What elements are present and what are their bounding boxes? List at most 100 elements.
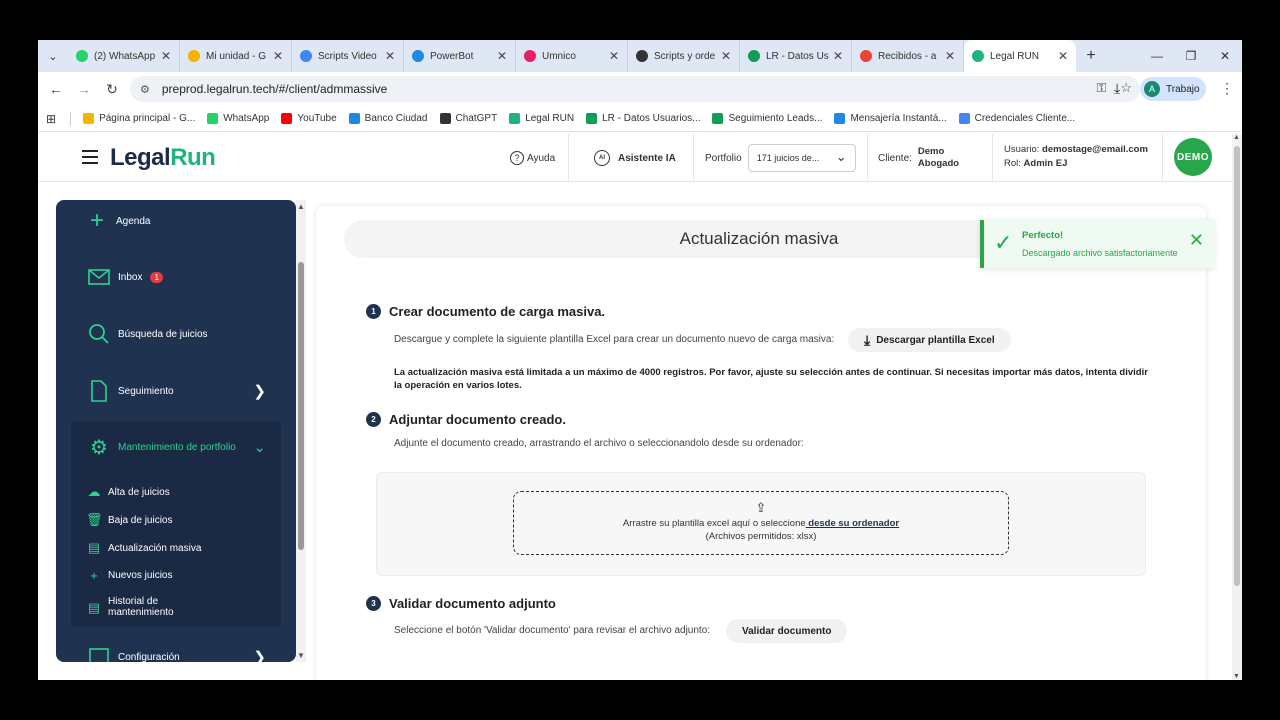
- allowed-files-text: (Archivos permitidos: xlsx): [705, 531, 817, 542]
- trash-icon: 🗑: [86, 512, 103, 527]
- help-button[interactable]: ? Ayuda: [510, 134, 555, 182]
- sidebar-item-search[interactable]: Búsqueda de juicios: [56, 323, 296, 345]
- step-3-heading: 3 Validar documento adjunto: [366, 596, 556, 611]
- gmail-icon: [860, 50, 872, 62]
- portfolio-select[interactable]: 171 juicios de... ⌄: [747, 144, 856, 172]
- tab-title: Scripts y orde: [654, 50, 716, 62]
- user-avatar-badge[interactable]: DEMO: [1174, 138, 1212, 176]
- browser-tab[interactable]: LR - Datos Us ✕: [740, 40, 852, 72]
- bookmark-favicon-icon: [834, 113, 846, 124]
- browser-tab[interactable]: Legal RUN ✕: [964, 40, 1076, 72]
- bookmark-item[interactable]: Banco Ciudad: [348, 113, 428, 124]
- bookmark-star-icon[interactable]: ☆: [1120, 80, 1132, 96]
- submenu-item-historial[interactable]: ▤ Historial de mantenimiento: [86, 596, 174, 618]
- dropzone-container: ⇪ Arrastre su plantilla excel aquí o sel…: [376, 472, 1146, 576]
- browse-computer-link[interactable]: desde su ordenador: [806, 518, 899, 529]
- profile-label: Trabajo: [1166, 83, 1200, 95]
- download-template-button[interactable]: ⤓ Descargar plantilla Excel: [848, 328, 1011, 352]
- ai-assistant-button[interactable]: AI Asistente IA: [594, 134, 676, 182]
- site-info-icon[interactable]: ⚙: [140, 83, 150, 96]
- sidebar-item-config[interactable]: Configuración ❯: [56, 646, 296, 662]
- password-key-icon[interactable]: ⚿: [1096, 80, 1106, 96]
- limit-warning: La actualización masiva está limitada a …: [394, 367, 1148, 391]
- new-tab-button[interactable]: +: [1076, 47, 1106, 65]
- hamburger-menu-icon[interactable]: [82, 150, 98, 168]
- browser-tab[interactable]: Recibidos - a ✕: [852, 40, 964, 72]
- chevron-right-icon: ❯: [253, 383, 266, 400]
- submenu-item-nuevos[interactable]: + Nuevos juicios: [86, 568, 172, 583]
- bookmark-item[interactable]: Legal RUN: [509, 113, 574, 124]
- step-2-description: Adjunte el documento creado, arrastrando…: [394, 438, 804, 449]
- close-tab-icon[interactable]: ✕: [273, 49, 283, 63]
- window-controls: — ❐ ✕: [1140, 40, 1242, 72]
- submenu-item-actualizacion[interactable]: ▤ Actualización masiva: [86, 540, 202, 556]
- close-tab-icon[interactable]: ✕: [497, 49, 507, 63]
- portfolio-selector: Portfolio 171 juicios de... ⌄: [705, 134, 856, 182]
- bookmark-favicon-icon: [348, 113, 360, 124]
- forward-button[interactable]: →: [70, 81, 98, 97]
- close-tab-icon[interactable]: ✕: [721, 49, 731, 63]
- url-text: preprod.legalrun.tech/#/client/admmassiv…: [161, 82, 388, 96]
- bookmark-item[interactable]: Página principal - G...: [83, 113, 195, 124]
- close-icon[interactable]: ✕: [1189, 230, 1204, 251]
- table-icon: ▤: [87, 599, 101, 615]
- sidebar-item-maintenance[interactable]: ⚙ Mantenimiento de portfolio ⌄: [56, 436, 296, 459]
- restore-button[interactable]: ❐: [1174, 40, 1208, 72]
- close-tab-icon[interactable]: ✕: [1058, 49, 1068, 63]
- tab-search-dropdown[interactable]: ⌄: [38, 40, 68, 72]
- sidebar-item-agenda[interactable]: + Agenda: [56, 207, 296, 234]
- table-icon: ▤: [87, 540, 101, 555]
- openai-icon: [636, 50, 648, 62]
- browser-tab[interactable]: (2) WhatsApp ✕: [68, 40, 180, 72]
- browser-tab[interactable]: PowerBot ✕: [404, 40, 516, 72]
- tab-title: Recibidos - a: [878, 50, 937, 62]
- sidebar: + Agenda Inbox 1 Búsqueda de juicios Seg…: [56, 200, 296, 662]
- close-tab-icon[interactable]: ✕: [385, 49, 395, 63]
- sidebar-scrollbar[interactable]: ▲ ▼: [296, 200, 306, 662]
- browser-tab[interactable]: Scripts Video ✕: [292, 40, 404, 72]
- bookmark-item[interactable]: Seguimiento Leads...: [712, 113, 822, 124]
- tab-title: Legal RUN: [990, 50, 1039, 62]
- bookmark-item[interactable]: Mensajería Instantá...: [834, 113, 947, 124]
- close-tab-icon[interactable]: ✕: [609, 49, 619, 63]
- close-tab-icon[interactable]: ✕: [833, 49, 843, 63]
- step-1-description: Descargue y complete la siguiente planti…: [394, 334, 835, 345]
- browser-menu-icon[interactable]: ⋮: [1220, 80, 1234, 97]
- browser-tab[interactable]: Mi unidad - G ✕: [180, 40, 292, 72]
- browser-tab[interactable]: Scripts y orde ✕: [628, 40, 740, 72]
- close-tab-icon[interactable]: ✕: [161, 49, 171, 63]
- bookmark-item[interactable]: Credenciales Cliente...: [958, 113, 1075, 124]
- download-icon[interactable]: ⤓: [1114, 80, 1120, 97]
- sidebar-item-follow[interactable]: Seguimiento ❯: [56, 380, 296, 402]
- close-window-button[interactable]: ✕: [1208, 40, 1242, 72]
- close-tab-icon[interactable]: ✕: [945, 49, 955, 63]
- file-dropzone[interactable]: ⇪ Arrastre su plantilla excel aquí o sel…: [513, 491, 1009, 555]
- url-field[interactable]: ⚙ preprod.legalrun.tech/#/client/admmass…: [130, 76, 1140, 102]
- cloud-upload-icon: ☁: [87, 484, 101, 499]
- step-1-heading: 1 Crear documento de carga masiva.: [366, 304, 605, 319]
- reload-button[interactable]: ↻: [98, 81, 126, 98]
- tab-title: Scripts Video: [318, 50, 377, 62]
- legalrun-logo[interactable]: LegalRun: [110, 144, 216, 172]
- profile-button[interactable]: A Trabajo: [1140, 77, 1206, 101]
- browser-tab[interactable]: Umnico ✕: [516, 40, 628, 72]
- sidebar-item-inbox[interactable]: Inbox 1: [56, 266, 296, 288]
- minimize-button[interactable]: —: [1140, 40, 1174, 72]
- page-scrollbar[interactable]: ▲ ▼: [1232, 134, 1242, 680]
- gear-icon: ⚙: [90, 436, 108, 459]
- submenu-item-alta[interactable]: ☁ Alta de juicios: [86, 484, 170, 500]
- check-icon: ✓: [994, 230, 1013, 255]
- validate-document-button[interactable]: Validar documento: [726, 619, 848, 643]
- bookmark-item[interactable]: LR - Datos Usuarios...: [586, 113, 700, 124]
- bookmark-item[interactable]: YouTube: [281, 113, 337, 124]
- bookmarks-bar: ⊞ Página principal - G... WhatsApp YouTube…: [38, 106, 1242, 132]
- back-button[interactable]: ←: [42, 81, 70, 97]
- search-icon: [88, 323, 110, 345]
- legalrun-icon: [972, 50, 984, 62]
- chevron-down-icon: ⌄: [253, 439, 266, 456]
- bookmark-item[interactable]: WhatsApp: [207, 113, 269, 124]
- bookmark-item[interactable]: ChatGPT: [439, 113, 497, 124]
- tab-title: (2) WhatsApp: [94, 50, 156, 62]
- submenu-item-baja[interactable]: 🗑 Baja de juicios: [86, 512, 172, 528]
- apps-grid-icon[interactable]: ⊞: [46, 112, 56, 126]
